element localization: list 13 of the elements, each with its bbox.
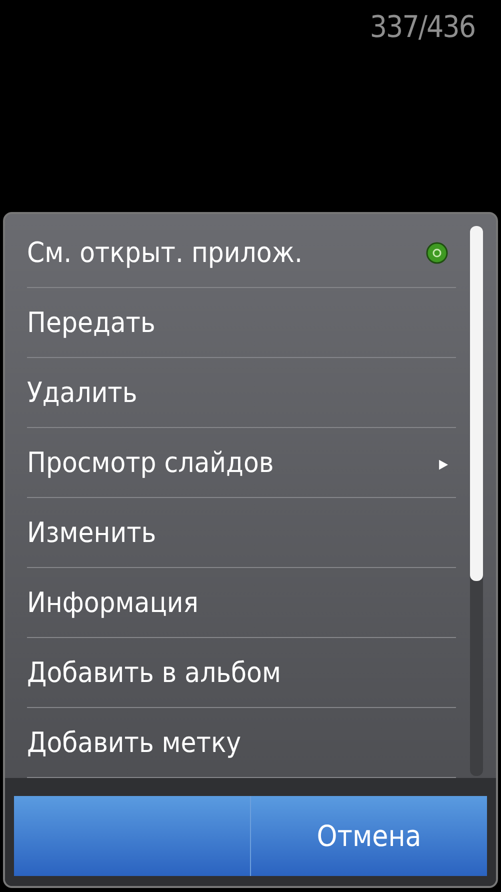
menu-item[interactable]: Просмотр слайдов: [27, 446, 274, 479]
active-indicator-icon: [426, 242, 448, 264]
cancel-button[interactable]: Отмена: [250, 796, 487, 876]
menu-item[interactable]: См. открыт. прилож.: [27, 236, 302, 269]
scrollbar[interactable]: [470, 226, 482, 776]
item-counter: 337/436: [370, 9, 475, 47]
menu-item[interactable]: Добавить в альбом: [27, 656, 281, 689]
menu-item[interactable]: Удалить: [27, 376, 138, 409]
menu-item[interactable]: Информация: [27, 586, 198, 619]
menu-item[interactable]: Передать: [27, 306, 156, 339]
submenu-arrow-icon: ▸: [438, 450, 448, 474]
menu-item[interactable]: Изменить: [27, 516, 156, 549]
menu-item[interactable]: Добавить метку: [27, 726, 242, 759]
